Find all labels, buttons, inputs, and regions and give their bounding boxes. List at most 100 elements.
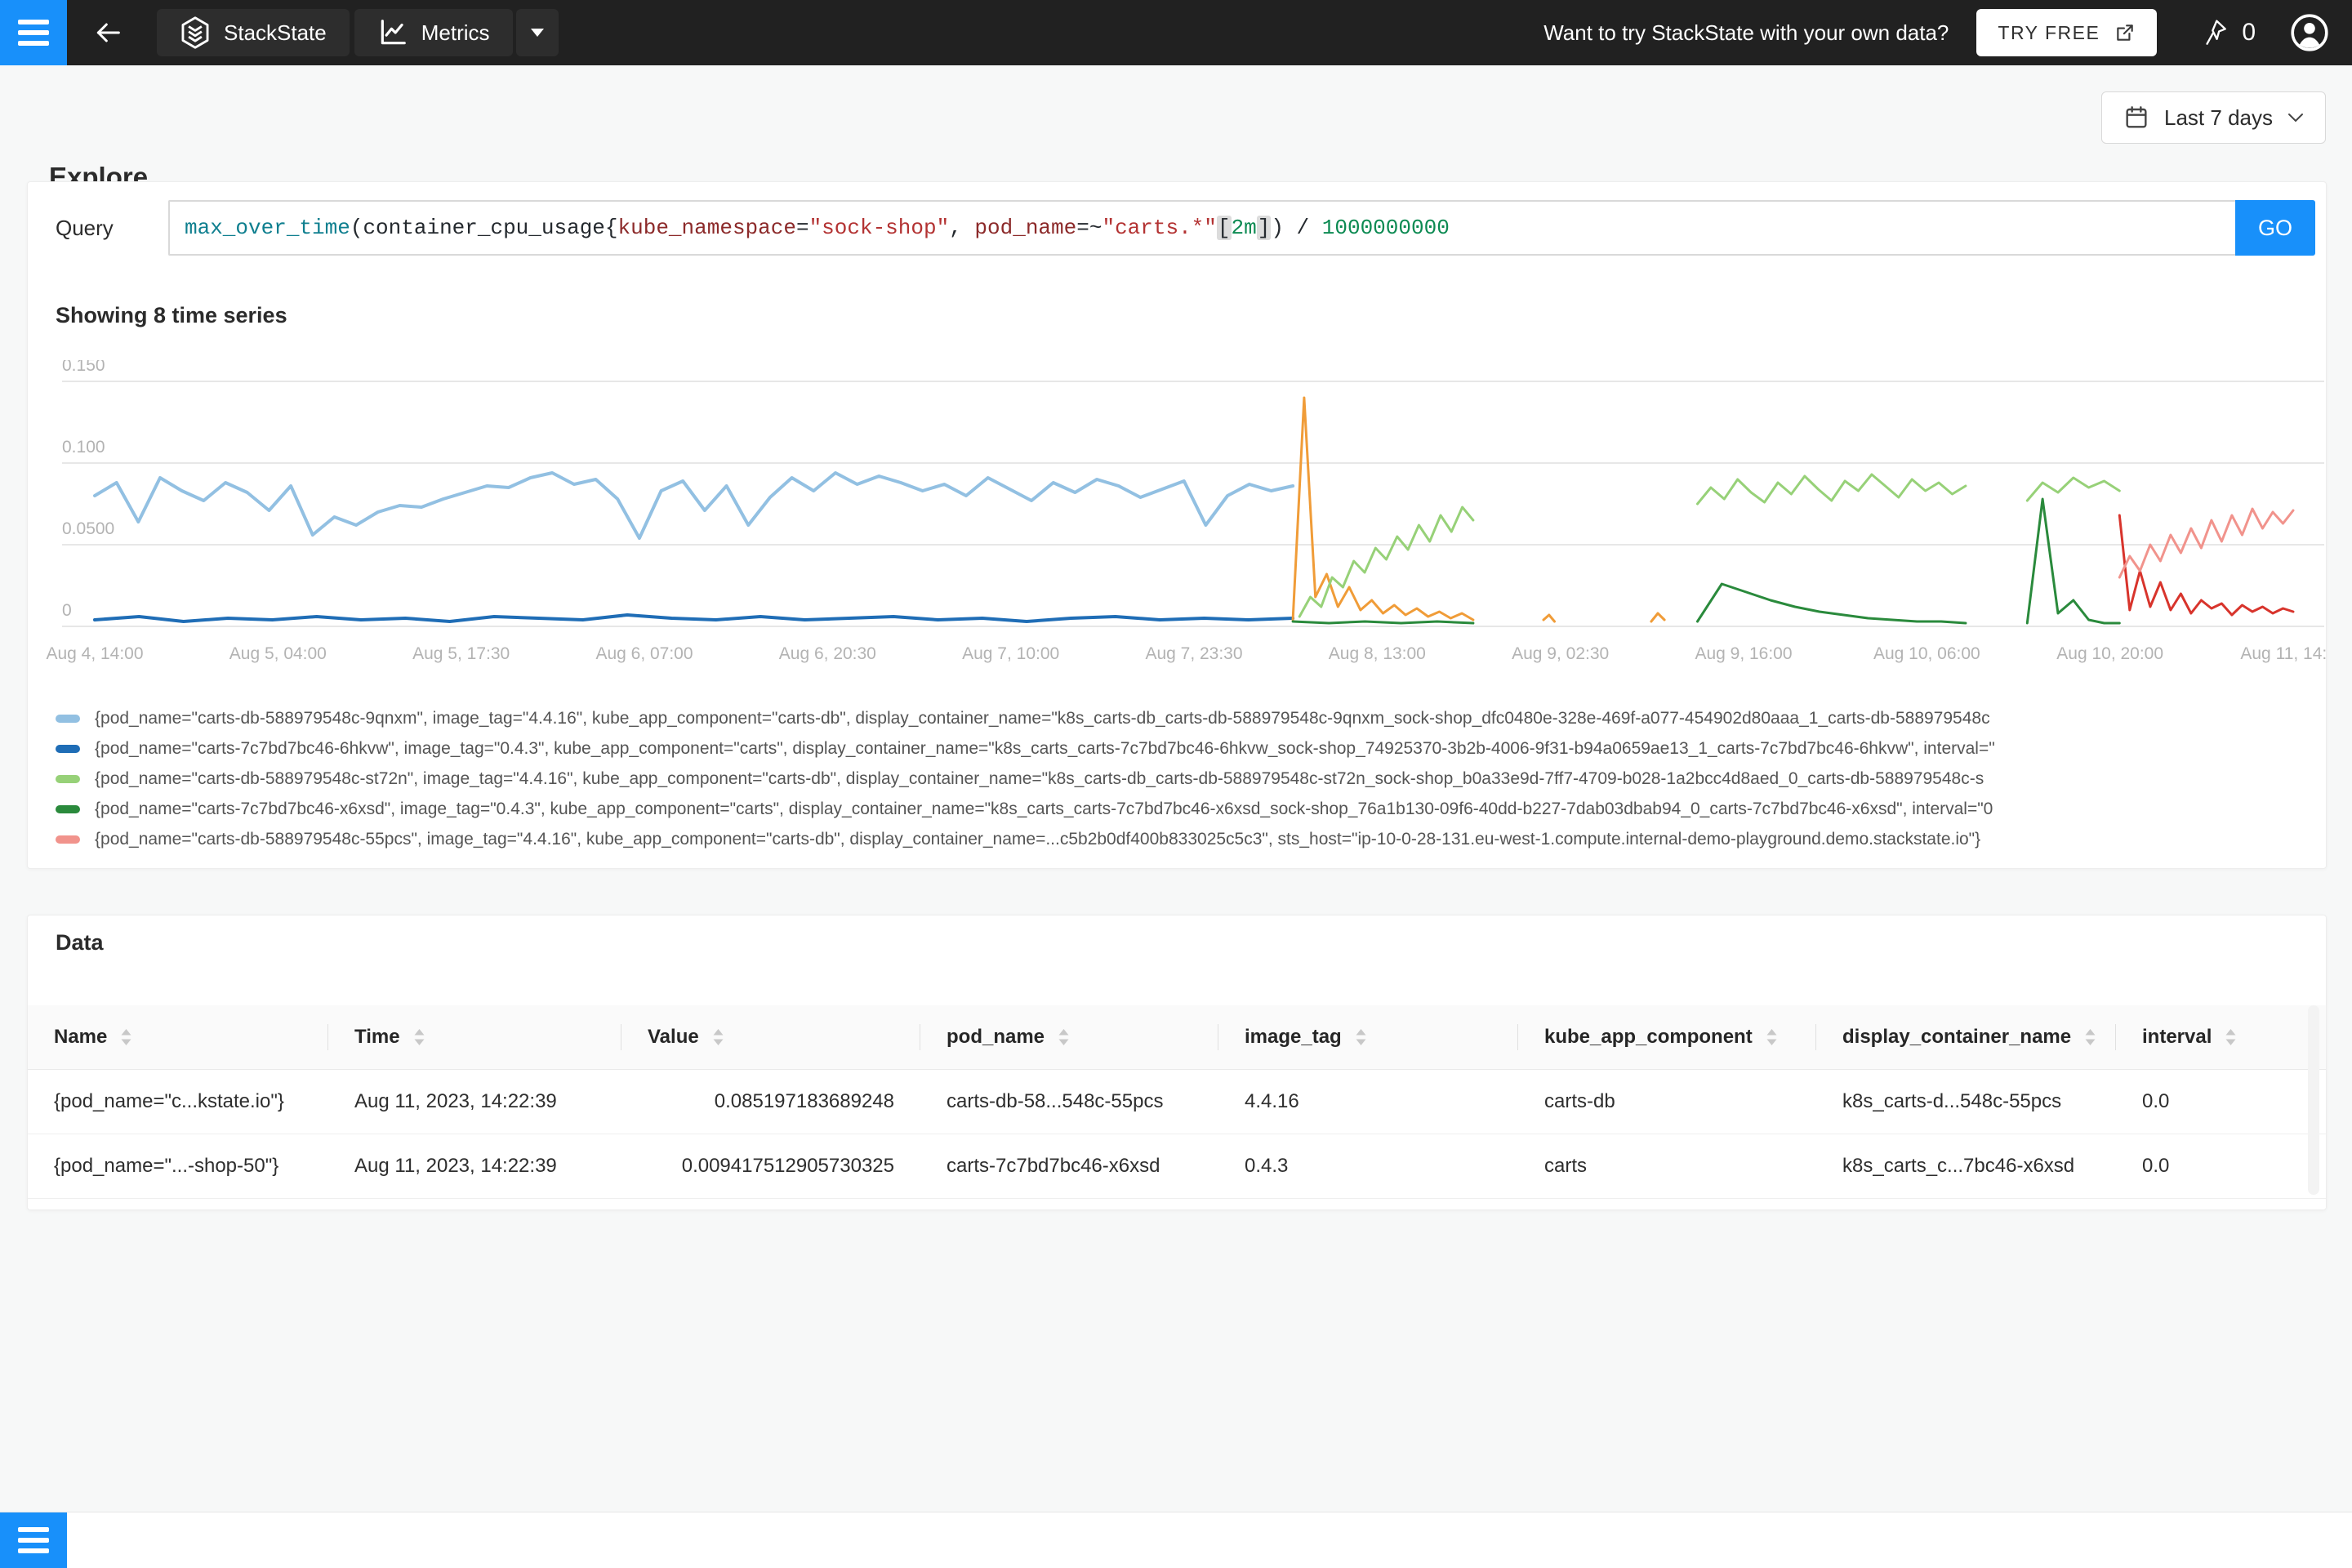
time-range-selector[interactable]: Last 7 days [2101, 91, 2326, 144]
legend-swatch-icon [56, 774, 80, 783]
time-range-label: Last 7 days [2164, 105, 2273, 130]
column-header-label: Name [54, 1026, 108, 1048]
svg-text:Aug 11, 14:00: Aug 11, 14:00 [2240, 644, 2326, 663]
timeseries-chart[interactable]: 0 0.0500 0.100 0.150 Aug 4, 14:00 Aug 5, 04:0… [28, 360, 2326, 687]
table-row: {pod_name="c...kstate.io"} Aug 11, 2023, … [28, 1070, 2326, 1134]
svg-text:Aug 7, 23:30: Aug 7, 23:30 [1145, 644, 1242, 663]
sort-carets-icon [121, 1029, 131, 1045]
query-input[interactable]: max_over_time(container_cpu_usage{kube_n… [168, 200, 2235, 256]
svg-text:0.150: 0.150 [62, 360, 105, 375]
query-token: ) [1271, 216, 1284, 240]
column-header-label: pod_name [947, 1026, 1045, 1048]
legend-swatch-icon [56, 835, 80, 844]
query-token: = [795, 216, 809, 240]
svg-text:Aug 9, 16:00: Aug 9, 16:00 [1695, 644, 1792, 663]
pin-button[interactable]: 0 [2203, 19, 2256, 47]
query-chart-card: Query max_over_time(container_cpu_usage{… [27, 181, 2327, 869]
table-cell: k8s_carts_c...7bc46-x6xsd [1842, 1155, 2075, 1177]
svg-text:0.0500: 0.0500 [62, 519, 114, 538]
sort-carets-icon [1058, 1029, 1069, 1045]
pin-count: 0 [2242, 19, 2256, 46]
query-token: [ [1216, 216, 1232, 240]
metrics-tab[interactable]: Metrics [354, 9, 513, 56]
table-cell: carts-db [1544, 1090, 1615, 1112]
query-token: / [1283, 216, 1322, 240]
chart-title: Showing 8 time series [56, 303, 287, 327]
table-cell: k8s_carts-d...548c-55pcs [1842, 1090, 2062, 1112]
legend-text: {pod_name="carts-db-588979548c-55pcs", i… [95, 829, 1981, 849]
column-header-Value[interactable]: Value [621, 1005, 920, 1069]
table-cell: 0.009417512905730325 [681, 1155, 894, 1177]
svg-text:Aug 5, 17:30: Aug 5, 17:30 [412, 644, 510, 663]
table-scrollbar[interactable] [2308, 1005, 2319, 1195]
column-header-display_container_name[interactable]: display_container_name [1816, 1005, 2116, 1069]
query-token: 2m [1231, 216, 1257, 240]
table-cell: Aug 11, 2023, 14:22:39 [354, 1090, 557, 1112]
column-header-label: kube_app_component [1544, 1026, 1753, 1048]
query-token: max_over_time [185, 216, 350, 240]
chevron-down-icon [2288, 113, 2303, 122]
legend-text: {pod_name="carts-7c7bd7bc46-x6xsd", imag… [95, 799, 1993, 818]
legend-swatch-icon [56, 804, 80, 813]
bottom-hamburger-menu-button[interactable] [0, 1512, 67, 1568]
table-cell: carts-7c7bd7bc46-x6xsd [947, 1155, 1160, 1177]
table-cell: {pod_name="...-shop-50"} [54, 1155, 279, 1177]
legend-swatch-icon [56, 744, 80, 753]
query-token: ] [1256, 216, 1272, 240]
column-header-Name[interactable]: Name [28, 1005, 328, 1069]
try-free-button[interactable]: TRY FREE [1976, 9, 2158, 56]
external-link-icon [2117, 24, 2134, 41]
legend-item[interactable]: {pod_name="carts-db-588979548c-9qnxm", i… [56, 703, 2313, 733]
column-header-image_tag[interactable]: image_tag [1218, 1005, 1518, 1069]
svg-text:Aug 5, 04:00: Aug 5, 04:00 [229, 644, 327, 663]
sort-carets-icon [2085, 1029, 2096, 1045]
hamburger-menu-button[interactable] [0, 0, 67, 65]
metrics-dropdown-caret[interactable] [515, 9, 559, 56]
menu-icon [18, 20, 49, 24]
query-token: container_cpu_usage [363, 216, 605, 240]
caret-down-icon [530, 29, 544, 37]
arrow-left-icon [96, 23, 120, 42]
data-card: Data Name Time Value pod_name image_tag kube_… [27, 915, 2327, 1210]
page-header: Explore Last 7 days [0, 65, 2352, 192]
query-token: { [604, 216, 618, 240]
column-header-label: display_container_name [1842, 1026, 2072, 1048]
calendar-icon [2126, 106, 2147, 128]
sort-carets-icon [713, 1029, 724, 1045]
column-header-label: Time [354, 1026, 400, 1048]
legend-item[interactable]: {pod_name="carts-7c7bd7bc46-x6xsd", imag… [56, 794, 2313, 824]
avatar-button[interactable] [2290, 13, 2329, 52]
table-cell: Aug 11, 2023, 14:22:39 [354, 1155, 557, 1177]
metrics-label: Metrics [421, 20, 490, 45]
table-header-row: Name Time Value pod_name image_tag kube_app_c… [28, 1005, 2326, 1070]
stackstate-metrics-screen: StackState Metrics Want to try StackStat… [0, 0, 2352, 1568]
table-cell: 0.0 [2142, 1155, 2170, 1177]
query-token: ( [350, 216, 363, 240]
column-header-label: image_tag [1245, 1026, 1342, 1048]
table-cell: 0.085197183689248 [714, 1090, 894, 1112]
query-token: =~ [1076, 216, 1102, 240]
legend-item[interactable]: {pod_name="carts-db-588979548c-55pcs", i… [56, 824, 2313, 854]
legend-text: {pod_name="carts-db-588979548c-9qnxm", i… [95, 708, 1990, 728]
chart-legend: {pod_name="carts-db-588979548c-9qnxm", i… [56, 703, 2313, 854]
legend-item[interactable]: {pod_name="carts-7c7bd7bc46-6hkvw", imag… [56, 733, 2313, 764]
sort-carets-icon [2225, 1029, 2236, 1045]
column-header-pod_name[interactable]: pod_name [920, 1005, 1218, 1069]
column-header-label: interval [2142, 1026, 2212, 1048]
sort-carets-icon [1766, 1029, 1777, 1045]
column-header-interval[interactable]: interval [2116, 1005, 2326, 1069]
legend-text: {pod_name="carts-db-588979548c-st72n", i… [95, 768, 1984, 788]
table-cell: {pod_name="c...kstate.io"} [54, 1090, 284, 1112]
legend-item[interactable]: {pod_name="carts-db-588979548c-st72n", i… [56, 764, 2313, 794]
query-token: 1000000000 [1321, 216, 1450, 240]
query-row: Query max_over_time(container_cpu_usage{… [56, 200, 2315, 256]
query-token: kube_namespace [617, 216, 796, 240]
stackstate-app-button[interactable]: StackState [157, 9, 350, 56]
column-header-Time[interactable]: Time [328, 1005, 621, 1069]
table-cell: 0.0 [2142, 1090, 2170, 1112]
column-header-kube_app_component[interactable]: kube_app_component [1518, 1005, 1816, 1069]
back-button[interactable] [91, 16, 124, 49]
go-button[interactable]: GO [2235, 200, 2315, 256]
legend-swatch-icon [56, 714, 80, 723]
top-navigation-bar: StackState Metrics Want to try StackStat… [0, 0, 2352, 65]
